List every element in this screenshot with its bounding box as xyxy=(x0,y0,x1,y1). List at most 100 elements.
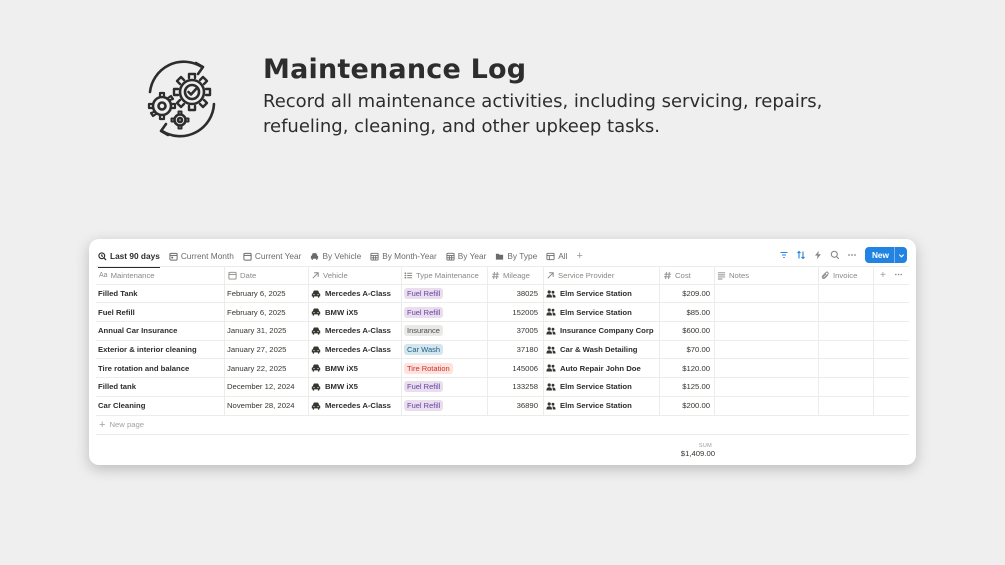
filter-icon[interactable] xyxy=(778,249,791,262)
table-row[interactable]: Exterior & interior cleaning January 27, … xyxy=(96,340,909,360)
provider-link[interactable]: Insurance Company Corp xyxy=(560,326,654,335)
column-header-vehicle[interactable]: Vehicle xyxy=(309,267,402,284)
tab-current-year[interactable]: Current Year xyxy=(243,245,301,267)
mileage-cell[interactable]: 38025 xyxy=(488,284,544,303)
add-column-icon[interactable]: + xyxy=(880,270,886,281)
vehicle-cell[interactable]: Mercedes A-Class xyxy=(309,284,402,303)
cost-cell[interactable]: $200.00 xyxy=(660,396,715,415)
maintenance-cell[interactable]: Filled tank xyxy=(96,378,225,396)
notes-cell[interactable] xyxy=(715,284,819,303)
type-cell[interactable]: Fuel Refill xyxy=(402,378,488,396)
provider-cell[interactable]: Auto Repair John Doe xyxy=(544,359,660,378)
vehicle-link[interactable]: Mercedes A-Class xyxy=(325,345,391,354)
provider-link[interactable]: Elm Service Station xyxy=(560,308,632,317)
tab-by-vehicle[interactable]: By Vehicle xyxy=(310,245,361,267)
maintenance-cell[interactable]: Car Cleaning xyxy=(96,396,225,415)
table-row[interactable]: Filled Tank February 6, 2025 Mercedes A-Cl… xyxy=(96,284,909,304)
date-cell[interactable]: January 27, 2025 xyxy=(225,340,309,359)
column-header-maintenance[interactable]: Aa Maintenance xyxy=(96,267,225,284)
provider-cell[interactable]: Insurance Company Corp xyxy=(544,322,660,340)
provider-link[interactable]: Elm Service Station xyxy=(560,401,632,410)
notes-cell[interactable] xyxy=(715,396,819,415)
provider-link[interactable]: Car & Wash Detailing xyxy=(560,345,637,354)
new-page-button[interactable]: + New page xyxy=(96,416,909,435)
vehicle-link[interactable]: BMW iX5 xyxy=(325,308,358,317)
provider-cell[interactable]: Car & Wash Detailing xyxy=(544,340,660,359)
notes-cell[interactable] xyxy=(715,340,819,359)
invoice-cell[interactable] xyxy=(819,303,874,322)
mileage-cell[interactable]: 37005 xyxy=(488,322,544,340)
table-row[interactable]: Filled tank December 12, 2024 BMW iX5 Fuel … xyxy=(96,378,909,397)
mileage-cell[interactable]: 37180 xyxy=(488,340,544,359)
provider-cell[interactable]: Elm Service Station xyxy=(544,378,660,396)
invoice-cell[interactable] xyxy=(819,359,874,378)
chevron-down-icon[interactable] xyxy=(894,247,907,263)
notes-cell[interactable] xyxy=(715,378,819,396)
type-cell[interactable]: Insurance xyxy=(402,322,488,340)
maintenance-cell[interactable]: Filled Tank xyxy=(96,284,225,303)
vehicle-cell[interactable]: Mercedes A-Class xyxy=(309,396,402,415)
search-icon[interactable] xyxy=(829,249,842,262)
mileage-cell[interactable]: 145006 xyxy=(488,359,544,378)
cost-cell[interactable]: $209.00 xyxy=(660,284,715,303)
vehicle-cell[interactable]: BMW iX5 xyxy=(309,303,402,322)
tab-by-type[interactable]: By Type xyxy=(495,245,537,267)
cost-cell[interactable]: $85.00 xyxy=(660,303,715,322)
mileage-cell[interactable]: 133258 xyxy=(488,378,544,396)
date-cell[interactable]: January 31, 2025 xyxy=(225,322,309,340)
notes-cell[interactable] xyxy=(715,322,819,340)
sort-icon[interactable] xyxy=(795,249,808,262)
more-options-icon[interactable] xyxy=(846,249,859,262)
invoice-cell[interactable] xyxy=(819,378,874,396)
maintenance-cell[interactable]: Annual Car Insurance xyxy=(96,322,225,340)
more-options-icon[interactable] xyxy=(894,270,903,281)
column-header-mileage[interactable]: Mileage xyxy=(488,267,544,284)
tab-last-90-days[interactable]: Last 90 days xyxy=(98,245,160,268)
column-header-date[interactable]: Date xyxy=(225,267,309,284)
column-header-type[interactable]: Type Maintenance xyxy=(402,267,488,284)
maintenance-cell[interactable]: Exterior & interior cleaning xyxy=(96,340,225,359)
invoice-cell[interactable] xyxy=(819,284,874,303)
maintenance-cell[interactable]: Tire rotation and balance xyxy=(96,359,225,378)
notes-cell[interactable] xyxy=(715,303,819,322)
tab-by-year[interactable]: By Year xyxy=(446,245,486,267)
invoice-cell[interactable] xyxy=(819,340,874,359)
date-cell[interactable]: December 12, 2024 xyxy=(225,378,309,396)
provider-cell[interactable]: Elm Service Station xyxy=(544,303,660,322)
date-cell[interactable]: February 6, 2025 xyxy=(225,284,309,303)
invoice-cell[interactable] xyxy=(819,322,874,340)
cost-cell[interactable]: $70.00 xyxy=(660,340,715,359)
table-row[interactable]: Fuel Refill February 6, 2025 BMW iX5 Fuel R… xyxy=(96,303,909,323)
vehicle-link[interactable]: BMW iX5 xyxy=(325,382,358,391)
column-header-provider[interactable]: Service Provider xyxy=(544,267,660,284)
table-row[interactable]: Car Cleaning November 28, 2024 Mercedes A-… xyxy=(96,396,909,416)
provider-link[interactable]: Auto Repair John Doe xyxy=(560,364,641,373)
type-cell[interactable]: Tire Rotation xyxy=(402,359,488,378)
invoice-cell[interactable] xyxy=(819,396,874,415)
vehicle-cell[interactable]: Mercedes A-Class xyxy=(309,322,402,340)
vehicle-link[interactable]: Mercedes A-Class xyxy=(325,401,391,410)
add-view-button[interactable]: + xyxy=(576,250,582,262)
maintenance-cell[interactable]: Fuel Refill xyxy=(96,303,225,322)
automation-bolt-icon[interactable] xyxy=(812,249,825,262)
tab-current-month[interactable]: Current Month xyxy=(169,245,234,267)
date-cell[interactable]: January 22, 2025 xyxy=(225,359,309,378)
provider-cell[interactable]: Elm Service Station xyxy=(544,284,660,303)
type-cell[interactable]: Fuel Refill xyxy=(402,303,488,322)
date-cell[interactable]: November 28, 2024 xyxy=(225,396,309,415)
column-header-cost[interactable]: Cost xyxy=(660,267,715,284)
table-row[interactable]: Tire rotation and balance January 22, 202… xyxy=(96,359,909,379)
cost-sum[interactable]: SUM $1,409.00 xyxy=(664,440,719,458)
date-cell[interactable]: February 6, 2025 xyxy=(225,303,309,322)
vehicle-cell[interactable]: BMW iX5 xyxy=(309,359,402,378)
tab-by-month-year[interactable]: By Month-Year xyxy=(370,245,437,267)
cost-cell[interactable]: $125.00 xyxy=(660,378,715,396)
mileage-cell[interactable]: 152005 xyxy=(488,303,544,322)
table-row[interactable]: Annual Car Insurance January 31, 2025 Merc… xyxy=(96,322,909,341)
vehicle-link[interactable]: BMW iX5 xyxy=(325,364,358,373)
vehicle-link[interactable]: Mercedes A-Class xyxy=(325,326,391,335)
notes-cell[interactable] xyxy=(715,359,819,378)
provider-link[interactable]: Elm Service Station xyxy=(560,289,632,298)
type-cell[interactable]: Fuel Refill xyxy=(402,284,488,303)
type-cell[interactable]: Car Wash xyxy=(402,340,488,359)
